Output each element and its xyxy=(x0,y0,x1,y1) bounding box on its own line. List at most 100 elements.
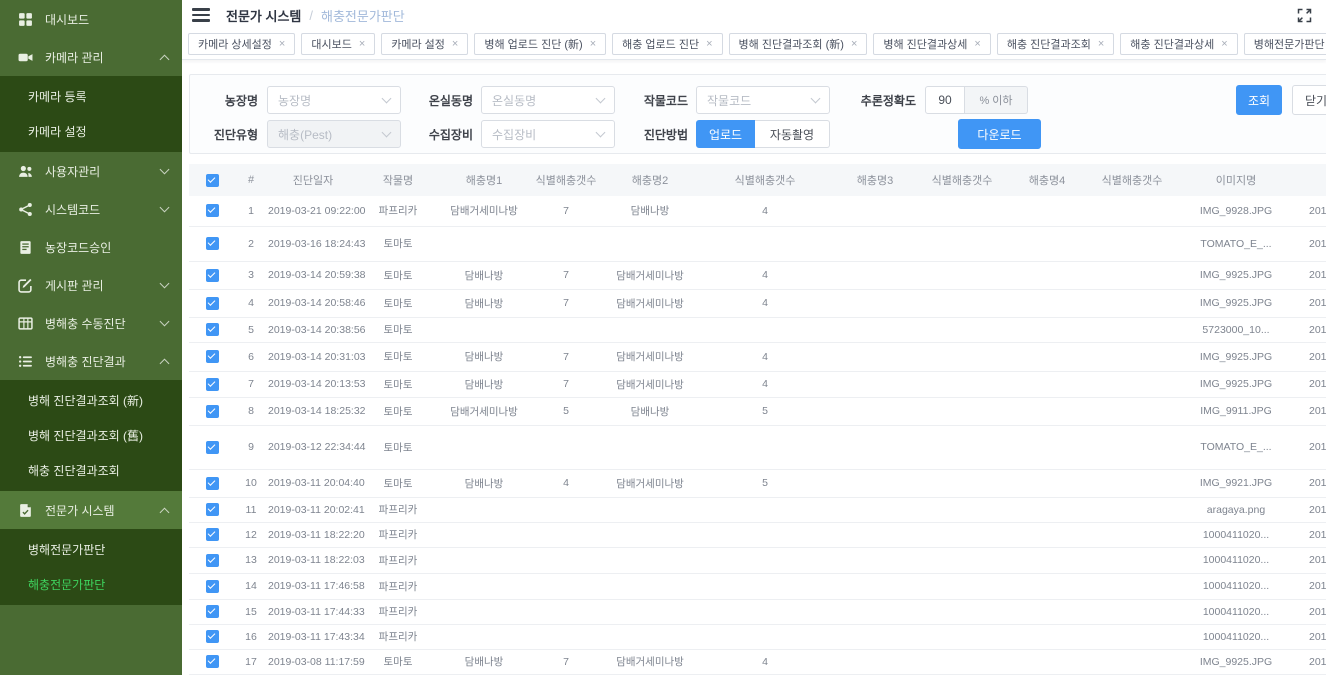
cell-crop: 파프리카 xyxy=(359,196,437,226)
sidebar-subitem[interactable]: 병해 진단결과조회 (新) xyxy=(0,383,182,418)
greenhouse-select[interactable]: 온실동명 xyxy=(481,86,615,114)
sidebar-item[interactable]: 사용자관리 xyxy=(0,152,182,190)
cell-count2: 4 xyxy=(699,342,831,371)
sidebar-subitem[interactable]: 병해전문가판단 xyxy=(0,532,182,567)
cell-pest2: 담배거세미나방 xyxy=(601,649,699,674)
cell-pest1: 담배나방 xyxy=(437,469,531,497)
cell-pest1 xyxy=(437,599,531,624)
tab-item[interactable]: 대시보드× xyxy=(301,33,375,55)
close-tab-icon[interactable]: × xyxy=(1098,38,1104,50)
sidebar-item-label: 병해충 수동진단 xyxy=(45,315,161,332)
tab-item[interactable]: 병해 진단결과조회 (新) × xyxy=(729,33,868,55)
sidebar-item[interactable]: 전문가 시스템 xyxy=(0,491,182,529)
cell-pest3 xyxy=(831,317,919,342)
cell-image: 1000411020... xyxy=(1175,547,1297,573)
cell-date: 2019-03-16 18:24:43 xyxy=(267,226,359,261)
sidebar-subitem[interactable]: 카메라 설정 xyxy=(0,114,182,149)
crop-code-select[interactable]: 작물코드 xyxy=(696,86,830,114)
download-button[interactable]: 다운로드 xyxy=(958,119,1041,149)
cell-pest2: 담배거세미나방 xyxy=(601,371,699,397)
cell-extra-cutoff: 2018 xyxy=(1297,649,1326,674)
cell-count2 xyxy=(699,497,831,522)
sidebar-item[interactable]: 게시판 관리 xyxy=(0,266,182,304)
row-checkbox[interactable] xyxy=(206,554,219,567)
tab-item[interactable]: 카메라 설정× xyxy=(381,33,468,55)
cell-count1 xyxy=(531,226,601,261)
menu-toggle-icon[interactable] xyxy=(192,8,210,22)
cell-pest1: 담배거세미나방 xyxy=(437,397,531,425)
cell-pest2: 담배거세미나방 xyxy=(601,469,699,497)
close-tab-icon[interactable]: × xyxy=(452,38,458,50)
diagnosis-type-select[interactable]: 해충(Pest) xyxy=(267,120,401,148)
device-select[interactable]: 수집장비 xyxy=(481,120,615,148)
row-checkbox[interactable] xyxy=(206,269,219,282)
cell-pest4 xyxy=(1005,317,1089,342)
tab-item[interactable]: 해충 진단결과조회× xyxy=(997,33,1114,55)
close-button[interactable]: 닫기 xyxy=(1292,85,1326,115)
select-all-checkbox[interactable] xyxy=(206,174,219,187)
camera-icon xyxy=(18,50,33,65)
column-header: 해충명4 xyxy=(1005,164,1089,196)
fullscreen-icon[interactable] xyxy=(1297,8,1312,23)
tab-item[interactable]: 카메라 상세설정× xyxy=(188,33,295,55)
cell-pest3 xyxy=(831,425,919,469)
sidebar-item[interactable]: 병해충 수동진단 xyxy=(0,304,182,342)
row-checkbox[interactable] xyxy=(206,528,219,541)
tab-item[interactable]: 병해전문가판단× xyxy=(1244,33,1326,55)
close-tab-icon[interactable]: × xyxy=(359,38,365,50)
cell-crop: 토마토 xyxy=(359,397,437,425)
cell-count2: 4 xyxy=(699,371,831,397)
close-tab-icon[interactable]: × xyxy=(590,38,596,50)
close-tab-icon[interactable]: × xyxy=(706,38,712,50)
tab-label: 병해 진단결과조회 (新) xyxy=(739,36,844,52)
accuracy-input[interactable] xyxy=(925,86,965,114)
row-checkbox[interactable] xyxy=(206,405,219,418)
close-tab-icon[interactable]: × xyxy=(1221,38,1227,50)
row-checkbox[interactable] xyxy=(206,477,219,490)
close-tab-icon[interactable]: × xyxy=(851,38,857,50)
sidebar-item[interactable]: 병해충 진단결과 xyxy=(0,342,182,380)
farm-name-select[interactable]: 농장명 xyxy=(267,86,401,114)
row-checkbox[interactable] xyxy=(206,378,219,391)
sidebar-subitem[interactable]: 병해 진단결과조회 (舊) xyxy=(0,418,182,453)
row-checkbox[interactable] xyxy=(206,655,219,668)
table-row: 82019-03-14 18:25:32토마토담배거세미나방5담배나방5IMG_… xyxy=(189,397,1326,425)
row-checkbox[interactable] xyxy=(206,630,219,643)
search-button[interactable]: 조회 xyxy=(1236,85,1282,115)
close-tab-icon[interactable]: × xyxy=(279,38,285,50)
sidebar-item[interactable]: 시스템코드 xyxy=(0,190,182,228)
sidebar-subitem[interactable]: 해충 진단결과조회 xyxy=(0,453,182,488)
row-checkbox[interactable] xyxy=(206,503,219,516)
cell-pest3 xyxy=(831,371,919,397)
row-checkbox[interactable] xyxy=(206,441,219,454)
cell-pest4 xyxy=(1005,342,1089,371)
method-autocapture-option[interactable]: 자동촬영 xyxy=(755,120,830,148)
sidebar-subitem[interactable]: 카메라 등록 xyxy=(0,79,182,114)
row-checkbox[interactable] xyxy=(206,297,219,310)
tab-item[interactable]: 해충 업로드 진단× xyxy=(612,33,722,55)
breadcrumb-current: 해충전문가판단 xyxy=(321,6,405,25)
tab-item[interactable]: 병해 업로드 진단 (新)× xyxy=(474,33,606,55)
row-checkbox[interactable] xyxy=(206,605,219,618)
cell-no: 8 xyxy=(235,397,267,425)
sidebar-item[interactable]: 대시보드 xyxy=(0,0,182,38)
row-checkbox[interactable] xyxy=(206,350,219,363)
breadcrumb: 전문가 시스템 / 해충전문가판단 xyxy=(226,6,405,25)
sidebar-item[interactable]: 카메라 관리 xyxy=(0,38,182,76)
row-checkbox[interactable] xyxy=(206,323,219,336)
sidebar-subitem[interactable]: 해충전문가판단 xyxy=(0,567,182,602)
sidebar-item[interactable]: 농장코드승인 xyxy=(0,228,182,266)
row-checkbox[interactable] xyxy=(206,237,219,250)
table-row: 102019-03-11 20:04:40토마토담배나방4담배거세미나방5IMG… xyxy=(189,469,1326,497)
tab-item[interactable]: 해충 진단결과상세× xyxy=(1120,33,1237,55)
cell-no: 3 xyxy=(235,261,267,289)
cell-image: IMG_9911.JPG xyxy=(1175,397,1297,425)
row-checkbox[interactable] xyxy=(206,204,219,217)
close-tab-icon[interactable]: × xyxy=(974,38,980,50)
tab-item[interactable]: 병해 진단결과상세× xyxy=(873,33,990,55)
crop-code-label: 작물코드 xyxy=(615,92,688,109)
method-upload-option[interactable]: 업로드 xyxy=(696,120,755,148)
row-checkbox[interactable] xyxy=(206,580,219,593)
sidebar-item-label: 사용자관리 xyxy=(45,163,161,180)
diagnosis-method-segmented: 업로드 자동촬영 xyxy=(696,120,830,148)
